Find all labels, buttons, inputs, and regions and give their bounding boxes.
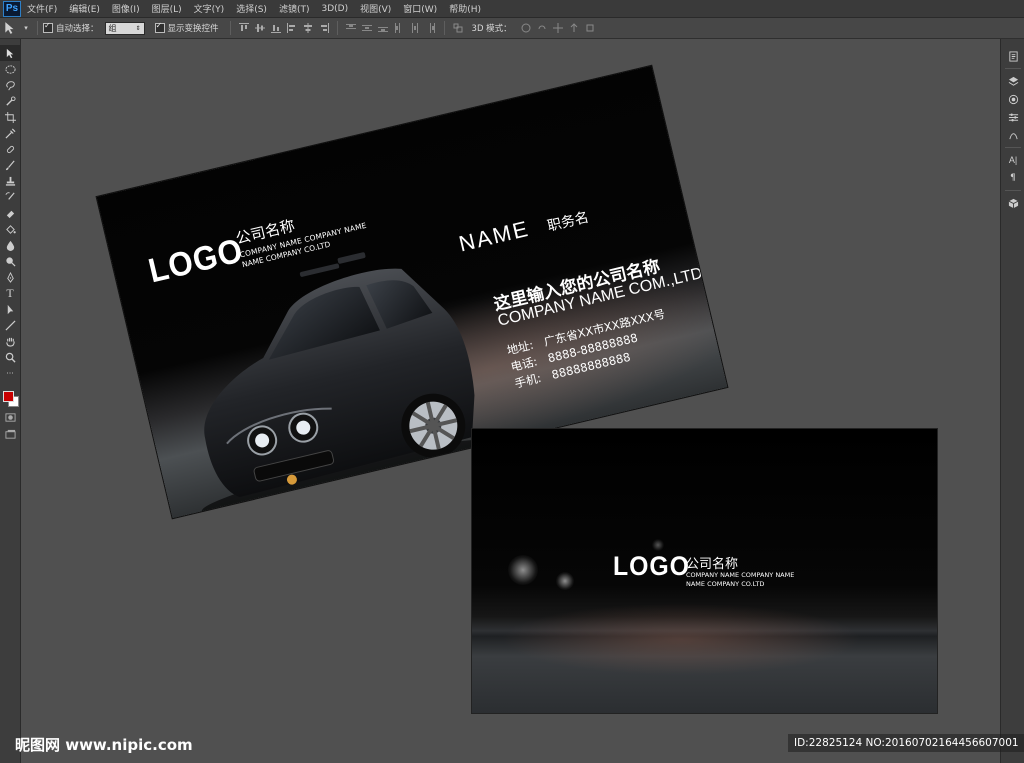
distribute-hcenter-icon[interactable] (409, 22, 421, 34)
distribute-left-icon[interactable] (393, 22, 405, 34)
3d-panel-icon[interactable] (1001, 194, 1024, 212)
quick-selection-tool-icon[interactable] (0, 93, 20, 109)
auto-align-icon[interactable] (452, 22, 464, 34)
panel-dock: A| ¶ (1000, 39, 1024, 763)
align-vcenter-icon[interactable] (254, 22, 266, 34)
hand-tool-icon[interactable] (0, 333, 20, 349)
3d-scale-icon[interactable] (584, 22, 596, 34)
paint-bucket-tool-icon[interactable] (0, 221, 20, 237)
bokeh-light (508, 555, 538, 585)
site-watermark: 昵图网 www.nipic.com (15, 736, 193, 754)
options-bar: ▾ 自动选择： 组 ⇕ 显示变换控件 3D 模式： (0, 18, 1024, 39)
healing-brush-tool-icon[interactable] (0, 141, 20, 157)
clone-stamp-tool-icon[interactable] (0, 173, 20, 189)
divider (229, 21, 231, 35)
spinner-arrows-icon: ⇕ (135, 24, 141, 32)
menu-type[interactable]: 文字(Y) (194, 2, 225, 15)
adjustments-panel-icon[interactable] (1001, 108, 1024, 126)
character-panel-icon[interactable]: A| (1001, 151, 1024, 169)
line-tool-icon[interactable] (0, 317, 20, 333)
bokeh-light (652, 539, 664, 551)
marquee-tool-icon[interactable] (0, 61, 20, 77)
3d-roll-icon[interactable] (536, 22, 548, 34)
align-hcenter-icon[interactable] (302, 22, 314, 34)
menu-help[interactable]: 帮助(H) (449, 2, 481, 15)
history-panel-icon[interactable] (1001, 47, 1024, 65)
eraser-tool-icon[interactable] (0, 205, 20, 221)
card-front-job-title: 职务名 (545, 209, 591, 235)
image-id-watermark: ID:22825124 NO:20160702164456607001 (788, 734, 1024, 752)
menu-edit[interactable]: 编辑(E) (69, 2, 100, 15)
divider (37, 21, 38, 35)
more-tools-icon[interactable]: ··· (0, 365, 20, 381)
lasso-tool-icon[interactable] (0, 77, 20, 93)
path-selection-tool-icon[interactable] (0, 301, 20, 317)
align-left-icon[interactable] (286, 22, 298, 34)
card-back-company-cn: 公司名称 (686, 557, 739, 572)
distribute-vcenter-icon[interactable] (361, 22, 373, 34)
dodge-tool-icon[interactable] (0, 253, 20, 269)
menu-image[interactable]: 图像(I) (112, 2, 140, 15)
menu-layer[interactable]: 图层(L) (152, 2, 182, 15)
divider (1005, 68, 1021, 69)
zoom-tool-icon[interactable] (0, 349, 20, 365)
menu-bar: Ps 文件(F) 编辑(E) 图像(I) 图层(L) 文字(Y) 选择(S) 滤… (0, 0, 1024, 18)
dock-grip (1001, 39, 1024, 47)
divider (336, 21, 338, 35)
card-back-company-sub1: COMPANY NAME COMPANY NAME (686, 571, 795, 579)
brush-tool-icon[interactable] (0, 157, 20, 173)
layers-panel-icon[interactable] (1001, 72, 1024, 90)
show-transform-checkbox[interactable] (154, 21, 165, 33)
bokeh-light (556, 572, 574, 590)
menu-view[interactable]: 视图(V) (360, 2, 391, 15)
paths-panel-icon[interactable] (1001, 126, 1024, 144)
distribute-top-icon[interactable] (345, 22, 357, 34)
chevron-down-icon[interactable]: ▾ (23, 21, 29, 35)
crop-tool-icon[interactable] (0, 109, 20, 125)
align-top-icon[interactable] (238, 22, 250, 34)
3d-pan-icon[interactable] (552, 22, 564, 34)
quick-mask-icon[interactable] (0, 409, 20, 425)
eyedropper-tool-icon[interactable] (0, 125, 20, 141)
photoshop-logo: Ps (3, 0, 21, 17)
align-right-icon[interactable] (318, 22, 330, 34)
foreground-color-swatch[interactable] (3, 391, 14, 402)
auto-select-label: 自动选择： (56, 24, 99, 34)
distribute-right-icon[interactable] (425, 22, 437, 34)
paragraph-panel-icon[interactable]: ¶ (1001, 169, 1024, 187)
divider (1005, 190, 1021, 191)
tools-panel: T ··· (0, 39, 21, 763)
menu-3d[interactable]: 3D(D) (321, 4, 348, 14)
3d-mode-label: 3D 模式： (471, 24, 512, 34)
menu-window[interactable]: 窗口(W) (403, 2, 437, 15)
divider (1005, 147, 1021, 148)
menu-filter[interactable]: 滤镜(T) (279, 2, 310, 15)
distribute-bottom-icon[interactable] (377, 22, 389, 34)
card-front-name: NAME (456, 215, 532, 257)
pen-tool-icon[interactable] (0, 269, 20, 285)
divider (443, 21, 445, 35)
move-tool-icon[interactable] (0, 45, 20, 61)
auto-select-checkbox[interactable] (43, 21, 53, 33)
show-transform-label: 显示变换控件 (167, 24, 219, 34)
screen-mode-icon[interactable] (0, 426, 20, 442)
move-tool-preset-icon[interactable] (3, 21, 17, 35)
business-card-back[interactable]: LOGO 公司名称 COMPANY NAME COMPANY NAME NAME… (472, 429, 937, 713)
type-tool-icon[interactable]: T (0, 285, 20, 301)
card-back-company-sub2: NAME COMPANY CO.LTD (686, 580, 765, 588)
3d-slide-icon[interactable] (568, 22, 580, 34)
align-bottom-icon[interactable] (270, 22, 282, 34)
card-back-logo: LOGO (613, 551, 690, 581)
auto-select-value: 组 (108, 23, 117, 33)
channels-panel-icon[interactable] (1001, 90, 1024, 108)
menu-select[interactable]: 选择(S) (236, 2, 267, 15)
menu-file[interactable]: 文件(F) (27, 2, 57, 15)
blur-tool-icon[interactable] (0, 237, 20, 253)
3d-orbit-icon[interactable] (520, 22, 532, 34)
history-brush-tool-icon[interactable] (0, 189, 20, 205)
auto-select-dropdown[interactable]: 组 ⇕ (104, 21, 145, 35)
